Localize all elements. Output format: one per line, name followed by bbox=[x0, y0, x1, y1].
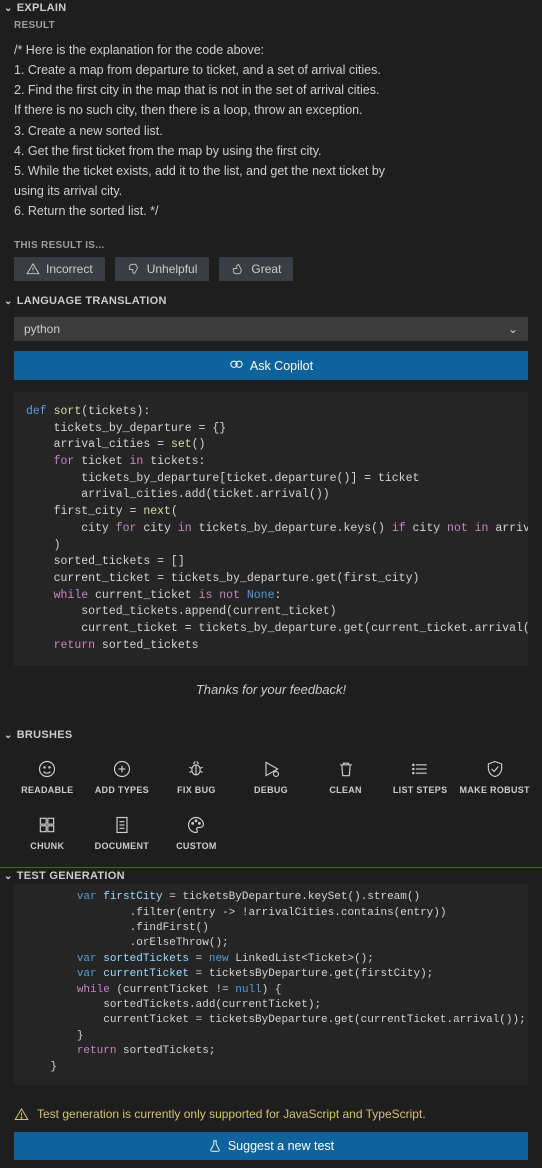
explain-line: 5. While the ticket exists, add it to th… bbox=[14, 162, 528, 180]
brush-label: DOCUMENT bbox=[95, 841, 149, 851]
brush-custom[interactable]: CUSTOM bbox=[159, 809, 234, 861]
brush-label: READABLE bbox=[21, 785, 73, 795]
thumbs-down-icon bbox=[127, 262, 141, 276]
warning-icon bbox=[26, 262, 40, 276]
testgen-header[interactable]: ⌄ TEST GENERATION bbox=[0, 868, 542, 884]
trash-icon bbox=[336, 759, 356, 779]
translation-header[interactable]: ⌄ LANGUAGE TRANSLATION bbox=[0, 293, 542, 309]
smile-icon bbox=[37, 759, 57, 779]
ask-copilot-label: Ask Copilot bbox=[250, 359, 313, 373]
translation-header-label: LANGUAGE TRANSLATION bbox=[17, 295, 167, 307]
brush-label: LIST STEPS bbox=[393, 785, 448, 795]
explain-header-label: EXPLAIN bbox=[17, 2, 67, 14]
suggest-test-label: Suggest a new test bbox=[228, 1139, 334, 1153]
beaker-icon bbox=[208, 1139, 222, 1153]
language-select[interactable]: python ⌄ bbox=[14, 317, 528, 341]
brushes-header[interactable]: ⌄ BRUSHES bbox=[0, 727, 542, 743]
brush-clean[interactable]: CLEAN bbox=[308, 753, 383, 805]
brush-label: CUSTOM bbox=[176, 841, 217, 851]
brushes-header-label: BRUSHES bbox=[17, 729, 73, 741]
suggest-test-button[interactable]: Suggest a new test bbox=[14, 1132, 528, 1160]
testgen-warning: Test generation is currently only suppor… bbox=[0, 1097, 542, 1132]
incorrect-label: Incorrect bbox=[46, 262, 93, 276]
explain-line: 3. Create a new sorted list. bbox=[14, 122, 528, 140]
brush-label: CHUNK bbox=[30, 841, 64, 851]
explain-line: 6. Return the sorted list. */ bbox=[14, 202, 528, 220]
brush-debug[interactable]: DEBUG bbox=[234, 753, 309, 805]
explain-header[interactable]: ⌄ EXPLAIN bbox=[0, 0, 542, 16]
brush-chunk[interactable]: CHUNK bbox=[10, 809, 85, 861]
translation-code: def sort(tickets): tickets_by_departure … bbox=[14, 392, 528, 666]
bug-icon bbox=[186, 759, 206, 779]
brush-list-steps[interactable]: LIST STEPS bbox=[383, 753, 458, 805]
shield-icon bbox=[485, 759, 505, 779]
brush-add-types[interactable]: ADD TYPES bbox=[85, 753, 160, 805]
great-label: Great bbox=[251, 262, 281, 276]
explain-line: 2. Find the first city in the map that i… bbox=[14, 81, 528, 99]
list-icon bbox=[410, 759, 430, 779]
chevron-down-icon: ⌄ bbox=[4, 3, 13, 14]
testgen-header-label: TEST GENERATION bbox=[17, 870, 125, 882]
explain-line: using its arrival city. bbox=[14, 182, 528, 200]
this-result-is-label: THIS RESULT IS... bbox=[0, 232, 542, 257]
thanks-feedback: Thanks for your feedback! bbox=[14, 666, 528, 715]
brush-label: CLEAN bbox=[329, 785, 362, 795]
chevron-down-icon: ⌄ bbox=[4, 871, 13, 882]
brush-label: FIX BUG bbox=[177, 785, 216, 795]
explain-line: If there is no such city, then there is … bbox=[14, 101, 528, 119]
warning-icon bbox=[14, 1107, 29, 1122]
chevron-down-icon: ⌄ bbox=[4, 296, 13, 307]
unhelpful-button[interactable]: Unhelpful bbox=[115, 257, 210, 281]
chevron-down-icon: ⌄ bbox=[508, 322, 518, 336]
explain-text: /* Here is the explanation for the code … bbox=[0, 35, 542, 232]
explain-line: 4. Get the first ticket from the map by … bbox=[14, 142, 528, 160]
explain-line: /* Here is the explanation for the code … bbox=[14, 41, 528, 59]
testgen-code: var firstCity = ticketsByDeparture.keySe… bbox=[14, 884, 528, 1085]
brush-label: ADD TYPES bbox=[95, 785, 149, 795]
plus-circle-icon bbox=[112, 759, 132, 779]
palette-icon bbox=[186, 815, 206, 835]
copilot-icon bbox=[229, 358, 244, 373]
brush-label: MAKE ROBUST bbox=[460, 785, 530, 795]
brushes-grid: READABLE ADD TYPES FIX BUG DEBUG CLEAN LIST S… bbox=[0, 743, 542, 867]
testgen-warning-text: Test generation is currently only suppor… bbox=[37, 1107, 426, 1121]
play-icon bbox=[261, 759, 281, 779]
unhelpful-label: Unhelpful bbox=[147, 262, 198, 276]
brush-fix-bug[interactable]: FIX BUG bbox=[159, 753, 234, 805]
thumbs-up-icon bbox=[231, 262, 245, 276]
result-label: RESULT bbox=[0, 16, 542, 35]
language-value: python bbox=[24, 322, 60, 336]
chevron-down-icon: ⌄ bbox=[4, 730, 13, 741]
great-button[interactable]: Great bbox=[219, 257, 293, 281]
brush-document[interactable]: DOCUMENT bbox=[85, 809, 160, 861]
ask-copilot-button[interactable]: Ask Copilot bbox=[14, 351, 528, 380]
brush-make-robust[interactable]: MAKE ROBUST bbox=[457, 753, 532, 805]
brush-readable[interactable]: READABLE bbox=[10, 753, 85, 805]
chunk-icon bbox=[37, 815, 57, 835]
explain-line: 1. Create a map from departure to ticket… bbox=[14, 61, 528, 79]
doc-icon bbox=[112, 815, 132, 835]
brush-label: DEBUG bbox=[254, 785, 288, 795]
incorrect-button[interactable]: Incorrect bbox=[14, 257, 105, 281]
